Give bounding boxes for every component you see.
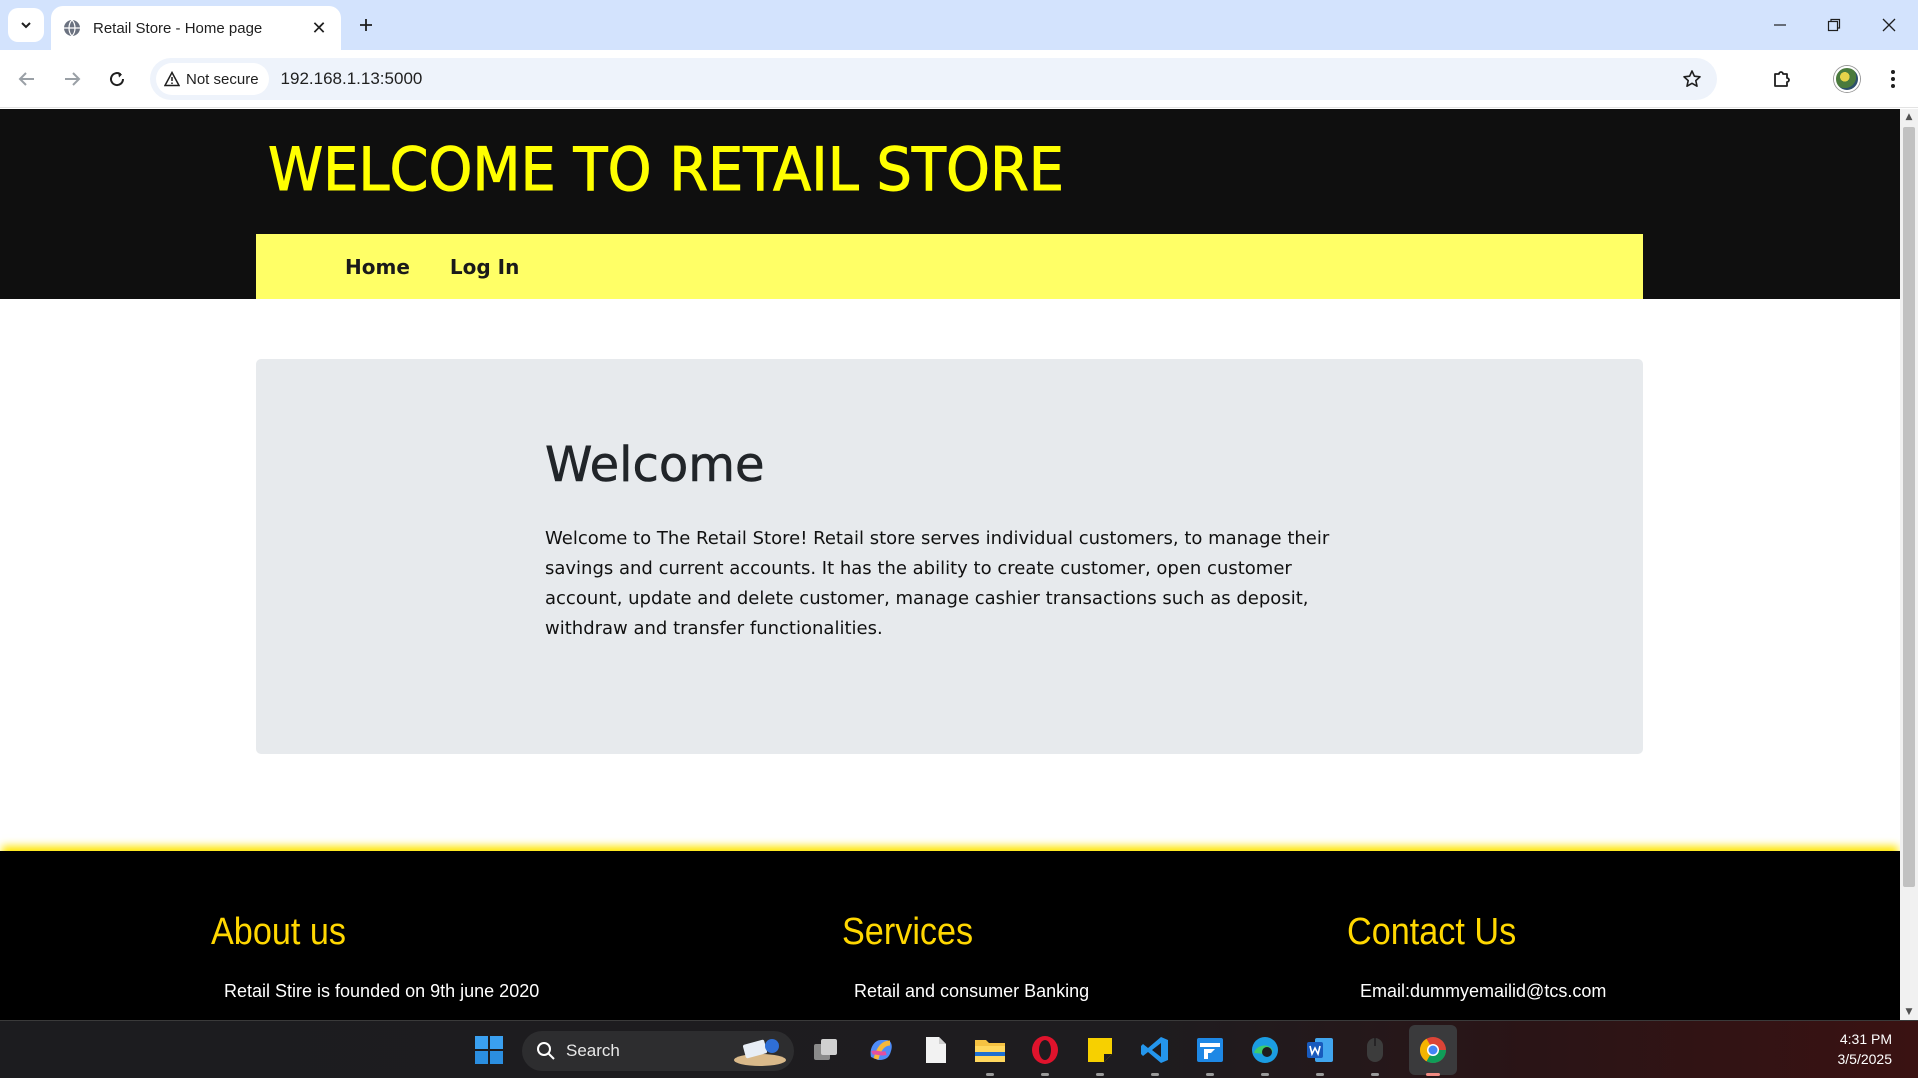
back-button[interactable] <box>10 62 44 96</box>
site-header: WELCOME TO RETAIL STORE Home Log In <box>0 109 1900 299</box>
security-chip[interactable]: Not secure <box>156 63 269 95</box>
running-indicator <box>1041 1073 1049 1076</box>
mouse-icon <box>1367 1038 1383 1062</box>
taskbar-search[interactable]: Search <box>522 1031 794 1071</box>
close-tab-icon[interactable]: ✕ <box>305 14 333 42</box>
start-button[interactable] <box>471 1032 507 1068</box>
restore-icon <box>1827 18 1841 32</box>
close-window-button[interactable] <box>1866 8 1912 42</box>
task-view-button[interactable] <box>808 1032 844 1068</box>
vscode-button[interactable] <box>1137 1032 1173 1068</box>
site-footer: About us Retail Stire is founded on 9th … <box>0 851 1900 1020</box>
menu-button[interactable] <box>1876 62 1910 96</box>
vscode-icon <box>1141 1037 1168 1063</box>
word-button[interactable] <box>1302 1032 1338 1068</box>
search-highlight-icon <box>734 1039 786 1066</box>
edge-button[interactable] <box>1247 1032 1283 1068</box>
taskbar: Search 4:31 PM 3/5/2025 <box>0 1020 1918 1078</box>
extensions-button[interactable] <box>1765 62 1799 96</box>
reload-button[interactable] <box>100 62 134 96</box>
url-text: 192.168.1.13:5000 <box>280 69 423 88</box>
footer-services-text: Retail and consumer Banking <box>854 981 1090 1001</box>
puzzle-icon <box>1774 71 1790 87</box>
active-indicator <box>1426 1073 1440 1076</box>
new-tab-button[interactable] <box>350 8 382 42</box>
plus-icon <box>360 19 372 31</box>
chrome-icon <box>1419 1037 1447 1064</box>
remote-app-button[interactable] <box>1192 1032 1228 1068</box>
close-icon <box>1882 18 1896 32</box>
footer-contact-heading: Contact Us <box>1347 911 1517 953</box>
search-icon <box>537 1042 555 1060</box>
page-scrollbar[interactable]: ▲ ▼ <box>1900 109 1918 1020</box>
arrow-right-icon <box>65 72 81 86</box>
footer-about-heading: About us <box>211 911 346 953</box>
page-viewport: WELCOME TO RETAIL STORE Home Log In Welc… <box>0 109 1900 1020</box>
footer-services-heading: Services <box>842 911 974 953</box>
running-indicator <box>1261 1073 1269 1076</box>
profile-button[interactable] <box>1830 62 1864 96</box>
opera-icon <box>1032 1036 1058 1064</box>
task-view-icon <box>814 1039 837 1060</box>
chrome-button[interactable] <box>1415 1032 1451 1068</box>
chevron-down-icon <box>21 22 31 29</box>
remote-desktop-icon <box>1197 1038 1223 1062</box>
welcome-panel: Welcome Welcome to The Retail Store! Ret… <box>256 359 1643 754</box>
opera-button[interactable] <box>1027 1032 1063 1068</box>
site-title: WELCOME TO RETAIL STORE <box>268 135 1065 206</box>
edge-icon <box>1252 1037 1278 1063</box>
address-bar[interactable]: Not secure 192.168.1.13:5000 <box>150 58 1717 100</box>
footer-about-text: Retail Stire is founded on 9th june 2020 <box>224 981 540 1001</box>
clock-time: 4:31 PM <box>1839 1031 1892 1047</box>
browser-tab-bar: Retail Store - Home page ✕ <box>0 0 1918 50</box>
running-indicator <box>986 1073 994 1076</box>
security-label: Not secure <box>186 70 259 88</box>
welcome-text: Welcome to The Retail Store! Retail stor… <box>545 528 1330 639</box>
sticky-notes-button[interactable] <box>1082 1032 1118 1068</box>
welcome-heading: Welcome <box>545 437 765 494</box>
star-icon <box>1683 70 1701 87</box>
windows-logo-icon <box>475 1036 503 1064</box>
kebab-menu-icon <box>1891 70 1895 88</box>
restore-button[interactable] <box>1811 8 1857 42</box>
reload-icon <box>110 72 125 87</box>
running-indicator <box>1371 1073 1379 1076</box>
scroll-thumb[interactable] <box>1903 127 1915 887</box>
notepad-button[interactable] <box>918 1032 954 1068</box>
sticky-note-icon <box>1088 1038 1112 1062</box>
avatar <box>1834 66 1860 92</box>
minimize-icon <box>1774 24 1786 26</box>
word-icon <box>1307 1038 1333 1062</box>
copilot-button[interactable] <box>863 1032 899 1068</box>
running-indicator <box>1151 1073 1159 1076</box>
mouse-app-button[interactable] <box>1357 1032 1393 1068</box>
scroll-down-arrow[interactable]: ▼ <box>1900 1004 1918 1020</box>
running-indicator <box>1206 1073 1214 1076</box>
system-clock[interactable]: 4:31 PM 3/5/2025 <box>1838 1029 1893 1069</box>
running-indicator <box>1316 1073 1324 1076</box>
tab-title: Retail Store - Home page <box>93 19 263 37</box>
tab-search-button[interactable] <box>8 8 44 42</box>
running-indicator <box>1096 1073 1104 1076</box>
footer-contact-text: Email:dummyemailid@tcs.com <box>1360 981 1607 1001</box>
nav-home-link[interactable]: Home <box>345 255 410 279</box>
site-navbar: Home Log In <box>256 234 1643 299</box>
forward-button[interactable] <box>55 62 89 96</box>
file-explorer-button[interactable] <box>972 1032 1008 1068</box>
minimize-button[interactable] <box>1757 8 1803 42</box>
arrow-left-icon <box>18 72 34 86</box>
taskbar-search-label: Search <box>566 1041 620 1060</box>
browser-toolbar: Not secure 192.168.1.13:5000 <box>0 50 1918 108</box>
clock-date: 3/5/2025 <box>1837 1051 1893 1067</box>
copilot-icon <box>870 1040 892 1060</box>
file-icon <box>926 1037 946 1063</box>
bookmark-button[interactable] <box>1679 66 1705 92</box>
warning-icon <box>164 71 180 87</box>
active-tab[interactable]: Retail Store - Home page ✕ <box>51 6 341 50</box>
scroll-up-arrow[interactable]: ▲ <box>1900 109 1918 125</box>
folder-icon <box>975 1040 1005 1062</box>
globe-icon <box>64 19 80 37</box>
nav-login-link[interactable]: Log In <box>450 255 519 279</box>
